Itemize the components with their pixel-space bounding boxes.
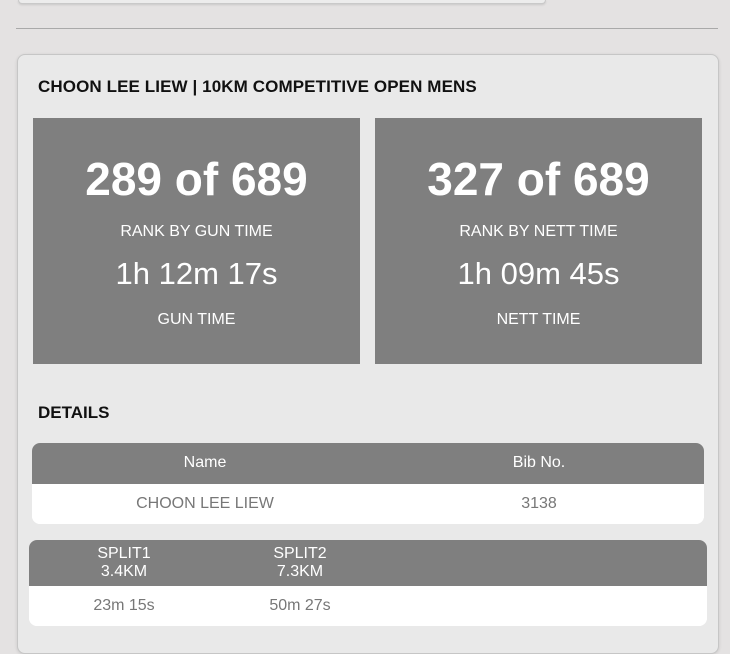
- split1-time-cell: 23m 15s: [93, 597, 155, 614]
- section-divider: [16, 28, 718, 29]
- nett-time-label: NETT TIME: [496, 311, 581, 328]
- nett-rank: 327 of 689: [427, 153, 650, 205]
- split2-distance: 7.3KM: [276, 563, 324, 580]
- split1-header: SPLIT1 3.4KM: [59, 545, 189, 581]
- details-table-header: Name Bib No.: [32, 443, 704, 484]
- gun-rank: 289 of 689: [85, 153, 308, 205]
- bib-number-cell: 3138: [521, 495, 557, 512]
- column-header-bib: Bib No.: [512, 454, 566, 471]
- previous-card-edge: [18, 0, 546, 4]
- gun-time-panel: 289 of 689 RANK BY GUN TIME 1h 12m 17s G…: [33, 118, 360, 364]
- gun-time-label: GUN TIME: [157, 311, 236, 328]
- nett-rank-label: RANK BY NETT TIME: [459, 223, 618, 240]
- details-table: Name Bib No. CHOON LEE LIEW 3138: [32, 443, 704, 524]
- table-row: CHOON LEE LIEW 3138: [32, 484, 704, 524]
- gun-rank-label: RANK BY GUN TIME: [120, 223, 273, 240]
- split2-header: SPLIT2 7.3KM: [235, 545, 365, 581]
- nett-time-panel: 327 of 689 RANK BY NETT TIME 1h 09m 45s …: [375, 118, 702, 364]
- column-header-name: Name: [183, 454, 227, 471]
- result-card: CHOON LEE LIEW | 10KM COMPETITIVE OPEN M…: [17, 54, 719, 654]
- details-heading: DETAILS: [38, 403, 110, 422]
- gun-time: 1h 12m 17s: [115, 256, 278, 291]
- splits-table-header: SPLIT1 3.4KM SPLIT2 7.3KM: [29, 540, 707, 586]
- split1-name: SPLIT1: [97, 545, 151, 562]
- table-row: 23m 15s 50m 27s: [29, 586, 707, 626]
- result-title: CHOON LEE LIEW | 10KM COMPETITIVE OPEN M…: [38, 77, 477, 96]
- splits-table: SPLIT1 3.4KM SPLIT2 7.3KM 23m 15s 50m 27…: [29, 540, 707, 626]
- split2-time-cell: 50m 27s: [269, 597, 331, 614]
- runner-name-cell: CHOON LEE LIEW: [136, 495, 274, 512]
- nett-time: 1h 09m 45s: [457, 256, 620, 291]
- split1-distance: 3.4KM: [100, 563, 148, 580]
- split2-name: SPLIT2: [273, 545, 327, 562]
